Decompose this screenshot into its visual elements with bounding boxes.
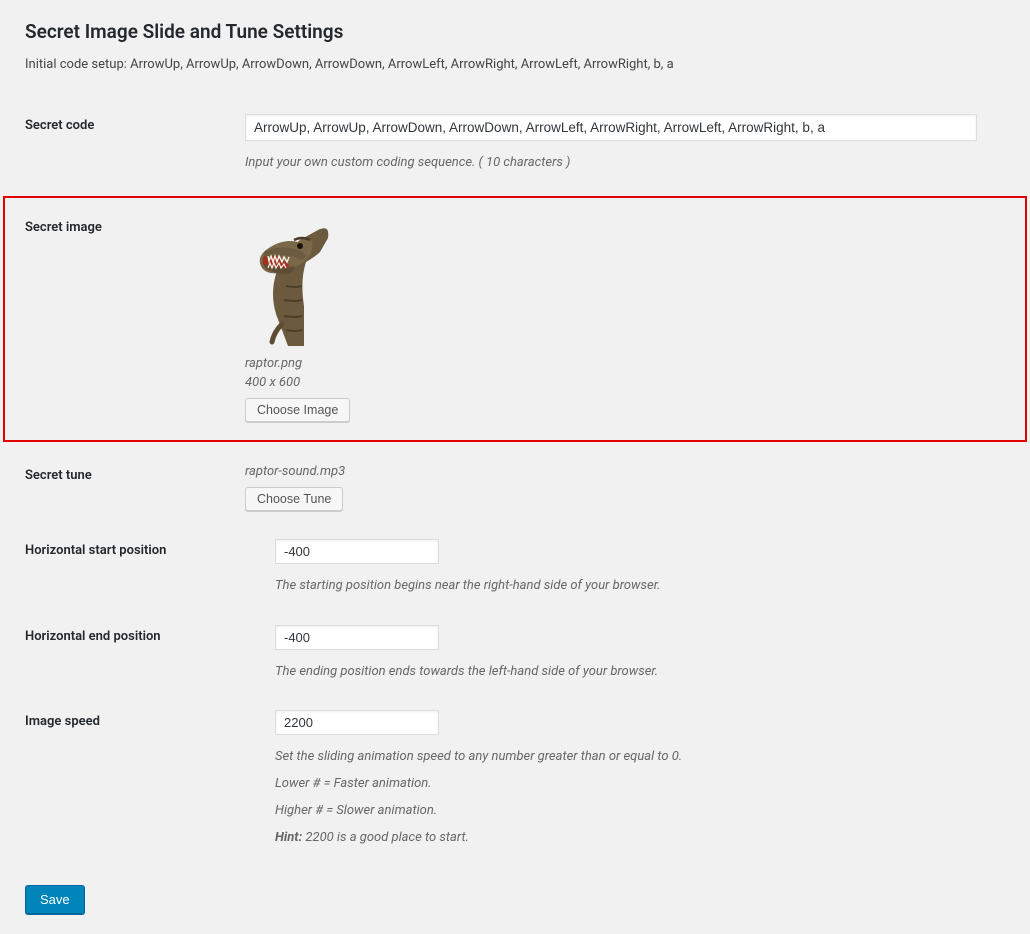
row-horizontal-end: Horizontal end position The ending posit… [25, 611, 1005, 697]
image-speed-description: Set the sliding animation speed to any n… [275, 747, 1005, 848]
image-speed-hint: Hint: 2200 is a good place to start. [275, 828, 1005, 849]
page-title: Secret Image Slide and Tune Settings [25, 20, 1005, 43]
raptor-icon [246, 216, 336, 346]
row-horizontal-start: Horizontal start position The starting p… [25, 525, 1005, 611]
secret-image-dimensions: 400 x 600 [245, 375, 1005, 390]
horizontal-end-input[interactable] [275, 625, 439, 650]
row-secret-code: Secret code Input your own custom coding… [25, 100, 1005, 188]
label-image-speed: Image speed [25, 710, 275, 729]
hint-label: Hint: [275, 830, 302, 845]
hint-text: 2200 is a good place to start. [302, 830, 469, 845]
image-speed-desc-3: Higher # = Slower animation. [275, 801, 1005, 822]
secret-image-preview [245, 216, 337, 346]
settings-form: Secret code Input your own custom coding… [25, 100, 1005, 863]
intro-text: Initial code setup: ArrowUp, ArrowUp, Ar… [25, 57, 1005, 72]
save-button[interactable]: Save [25, 885, 85, 914]
image-speed-input[interactable] [275, 710, 439, 735]
secret-tune-filename: raptor-sound.mp3 [245, 464, 1005, 479]
secret-code-input[interactable] [245, 114, 977, 141]
row-image-speed: Image speed Set the sliding animation sp… [25, 696, 1005, 862]
horizontal-start-input[interactable] [275, 539, 439, 564]
image-speed-desc-2: Lower # = Faster animation. [275, 774, 1005, 795]
horizontal-start-description: The starting position begins near the ri… [275, 576, 1005, 597]
label-horizontal-end: Horizontal end position [25, 625, 275, 644]
label-secret-tune: Secret tune [25, 464, 245, 483]
label-secret-code: Secret code [25, 114, 245, 133]
choose-tune-button[interactable]: Choose Tune [245, 487, 343, 511]
horizontal-end-description: The ending position ends towards the lef… [275, 662, 1005, 683]
row-secret-image: Secret image [3, 196, 1027, 442]
choose-image-button[interactable]: Choose Image [245, 398, 350, 422]
label-secret-image: Secret image [25, 216, 245, 235]
label-horizontal-start: Horizontal start position [25, 539, 275, 558]
secret-code-description: Input your own custom coding sequence. (… [245, 153, 1005, 174]
secret-image-filename: raptor.png [245, 356, 1005, 371]
row-secret-tune: Secret tune raptor-sound.mp3 Choose Tune [25, 450, 1005, 525]
image-speed-desc-1: Set the sliding animation speed to any n… [275, 747, 1005, 768]
